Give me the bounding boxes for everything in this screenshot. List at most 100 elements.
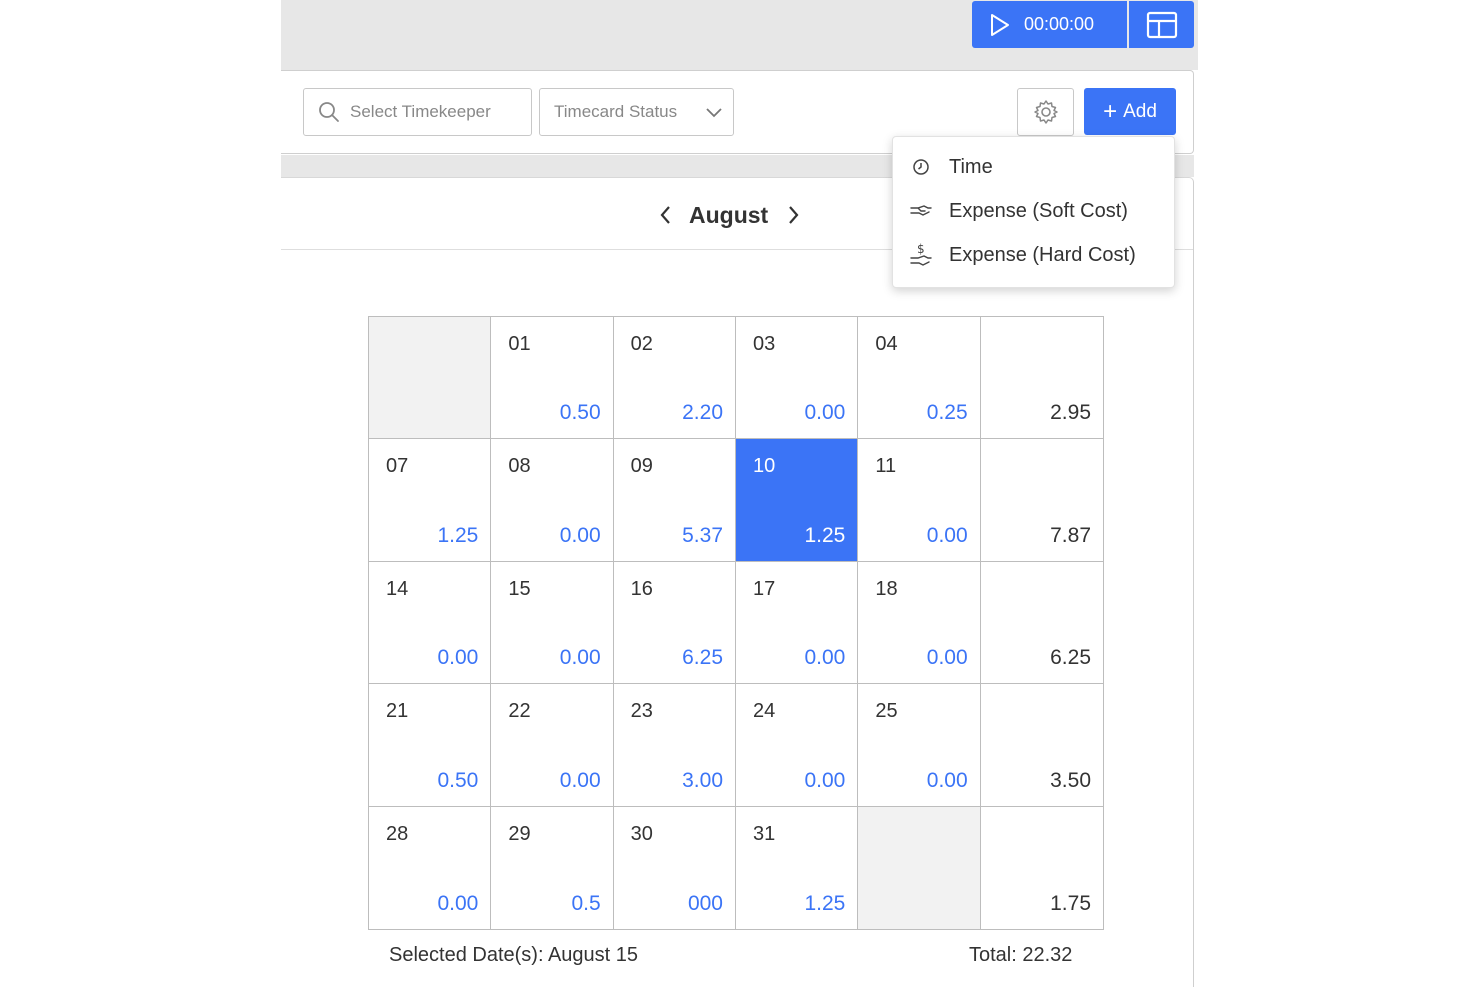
timer-button[interactable]: 00:00:00 xyxy=(972,1,1127,48)
week-total-cell: 2.95 xyxy=(980,317,1103,440)
empty-day-cell xyxy=(369,317,492,440)
day-hours: 0.00 xyxy=(926,523,968,547)
day-number: 23 xyxy=(630,700,653,723)
previous-month-button[interactable] xyxy=(655,205,675,225)
day-cell[interactable]: 22 0.00 xyxy=(491,684,614,807)
week-total-cell: 1.75 xyxy=(980,806,1103,929)
day-cell[interactable]: 24 0.00 xyxy=(736,684,859,807)
day-hours: 3.00 xyxy=(682,768,723,792)
day-number: 28 xyxy=(386,822,409,845)
day-hours: 0.00 xyxy=(437,646,479,670)
week-total-hours: 6.25 xyxy=(1050,646,1091,670)
timekeeper-search-input[interactable]: Select Timekeeper xyxy=(303,88,532,136)
week-total-hours: 1.75 xyxy=(1050,892,1091,915)
day-number: 03 xyxy=(753,333,776,355)
hand-icon xyxy=(909,203,933,219)
day-number: 16 xyxy=(630,577,653,600)
week-total-cell: 3.50 xyxy=(980,684,1103,807)
plus-icon: + xyxy=(1103,97,1118,125)
play-icon xyxy=(991,13,1009,36)
day-cell[interactable]: 14 0.00 xyxy=(369,561,492,685)
day-hours: 000 xyxy=(687,892,723,915)
search-icon xyxy=(319,102,339,122)
day-hours: 0.00 xyxy=(926,646,968,670)
menu-item-label: Time xyxy=(949,155,993,178)
day-hours: 0.5 xyxy=(571,892,601,915)
day-hours: 0.00 xyxy=(559,523,601,547)
day-number: 24 xyxy=(753,700,776,723)
menu-item-expense-soft-cost[interactable]: Expense (Soft Cost) xyxy=(893,191,1176,231)
settings-button[interactable] xyxy=(1017,88,1074,136)
next-month-button[interactable] xyxy=(784,205,804,225)
day-cell[interactable]: 01 0.50 xyxy=(491,317,614,440)
day-cell[interactable]: 31 1.25 xyxy=(736,806,859,929)
week-total-cell: 7.87 xyxy=(980,439,1103,562)
day-hours: 1.25 xyxy=(804,523,846,547)
add-label: Add xyxy=(1123,100,1157,122)
total-text: Total: 22.32 xyxy=(969,944,1073,966)
status-placeholder: Timecard Status xyxy=(554,102,678,121)
week-total-cell: 6.25 xyxy=(980,561,1103,685)
day-cell[interactable]: 16 6.25 xyxy=(613,561,736,685)
month-label: August xyxy=(689,201,769,228)
day-cell[interactable]: 07 1.25 xyxy=(369,439,492,562)
day-hours: 0.00 xyxy=(804,401,846,425)
day-hours: 0.00 xyxy=(926,768,968,792)
day-cell[interactable]: 04 0.25 xyxy=(858,317,981,440)
day-number: 29 xyxy=(508,822,531,845)
day-cell[interactable]: 18 0.00 xyxy=(858,561,981,685)
day-cell[interactable]: 29 0.5 xyxy=(491,806,614,929)
layout-toggle-button[interactable] xyxy=(1129,1,1194,48)
day-cell[interactable]: 21 0.50 xyxy=(369,684,492,807)
day-cell[interactable]: 30 000 xyxy=(613,806,736,929)
day-cell[interactable]: 08 0.00 xyxy=(491,439,614,562)
dollar-hand-icon: $ xyxy=(909,242,933,268)
chevron-left-icon xyxy=(660,206,670,224)
day-cell[interactable]: 09 5.37 xyxy=(613,439,736,562)
add-button[interactable]: + Add xyxy=(1084,88,1176,135)
timer-value: 00:00:00 xyxy=(1024,14,1095,34)
day-hours: 0.50 xyxy=(559,401,601,425)
add-menu: Time Expense (Soft Cost) $ Expense (Hard… xyxy=(892,136,1175,288)
day-cell[interactable]: 11 0.00 xyxy=(858,439,981,562)
calendar-grid: 01 0.50 02 2.20 03 0.00 04 0.25 2.95 07 1.25 08 0.00… xyxy=(368,316,1104,930)
timecard-status-select[interactable]: Timecard Status xyxy=(539,88,734,136)
day-number: 17 xyxy=(753,577,776,600)
menu-item-time[interactable]: Time xyxy=(893,147,1176,187)
day-number: 15 xyxy=(508,577,531,600)
menu-item-label: Expense (Hard Cost) xyxy=(949,243,1136,266)
day-cell[interactable]: 03 0.00 xyxy=(736,317,859,440)
day-hours: 0.00 xyxy=(804,646,846,670)
day-number: 31 xyxy=(753,822,776,845)
day-number: 25 xyxy=(875,700,898,723)
day-number: 07 xyxy=(386,455,409,478)
menu-item-expense-hard-cost[interactable]: $ Expense (Hard Cost) xyxy=(893,235,1176,275)
day-cell[interactable]: 25 0.00 xyxy=(858,684,981,807)
week-total-hours: 7.87 xyxy=(1050,523,1091,547)
day-number: 04 xyxy=(875,333,898,355)
day-cell[interactable]: 17 0.00 xyxy=(736,561,859,685)
selected-dates-text: Selected Date(s): August 15 xyxy=(389,944,639,966)
week-total-hours: 2.95 xyxy=(1050,401,1091,425)
day-number: 02 xyxy=(630,333,653,355)
day-hours: 0.00 xyxy=(804,768,846,792)
month-navigation: August xyxy=(655,195,804,235)
day-cell[interactable]: 28 0.00 xyxy=(369,806,492,929)
empty-day-cell xyxy=(858,806,981,929)
day-hours: 0.50 xyxy=(437,768,479,792)
svg-text:$: $ xyxy=(917,242,925,256)
day-cell[interactable]: 02 2.20 xyxy=(613,317,736,440)
day-number: 18 xyxy=(875,577,898,600)
day-hours: 1.25 xyxy=(804,892,846,915)
day-cell[interactable]: 15 0.00 xyxy=(491,561,614,685)
day-hours: 5.37 xyxy=(682,523,723,547)
day-number: 09 xyxy=(630,455,653,478)
chevron-right-icon xyxy=(789,206,799,224)
clock-icon xyxy=(909,158,933,176)
menu-item-label: Expense (Soft Cost) xyxy=(949,199,1128,222)
day-hours: 2.20 xyxy=(682,401,723,425)
day-cell[interactable]: 10 1.25 xyxy=(736,439,859,562)
day-number: 21 xyxy=(386,700,409,723)
week-total-hours: 3.50 xyxy=(1050,768,1091,792)
day-cell[interactable]: 23 3.00 xyxy=(613,684,736,807)
